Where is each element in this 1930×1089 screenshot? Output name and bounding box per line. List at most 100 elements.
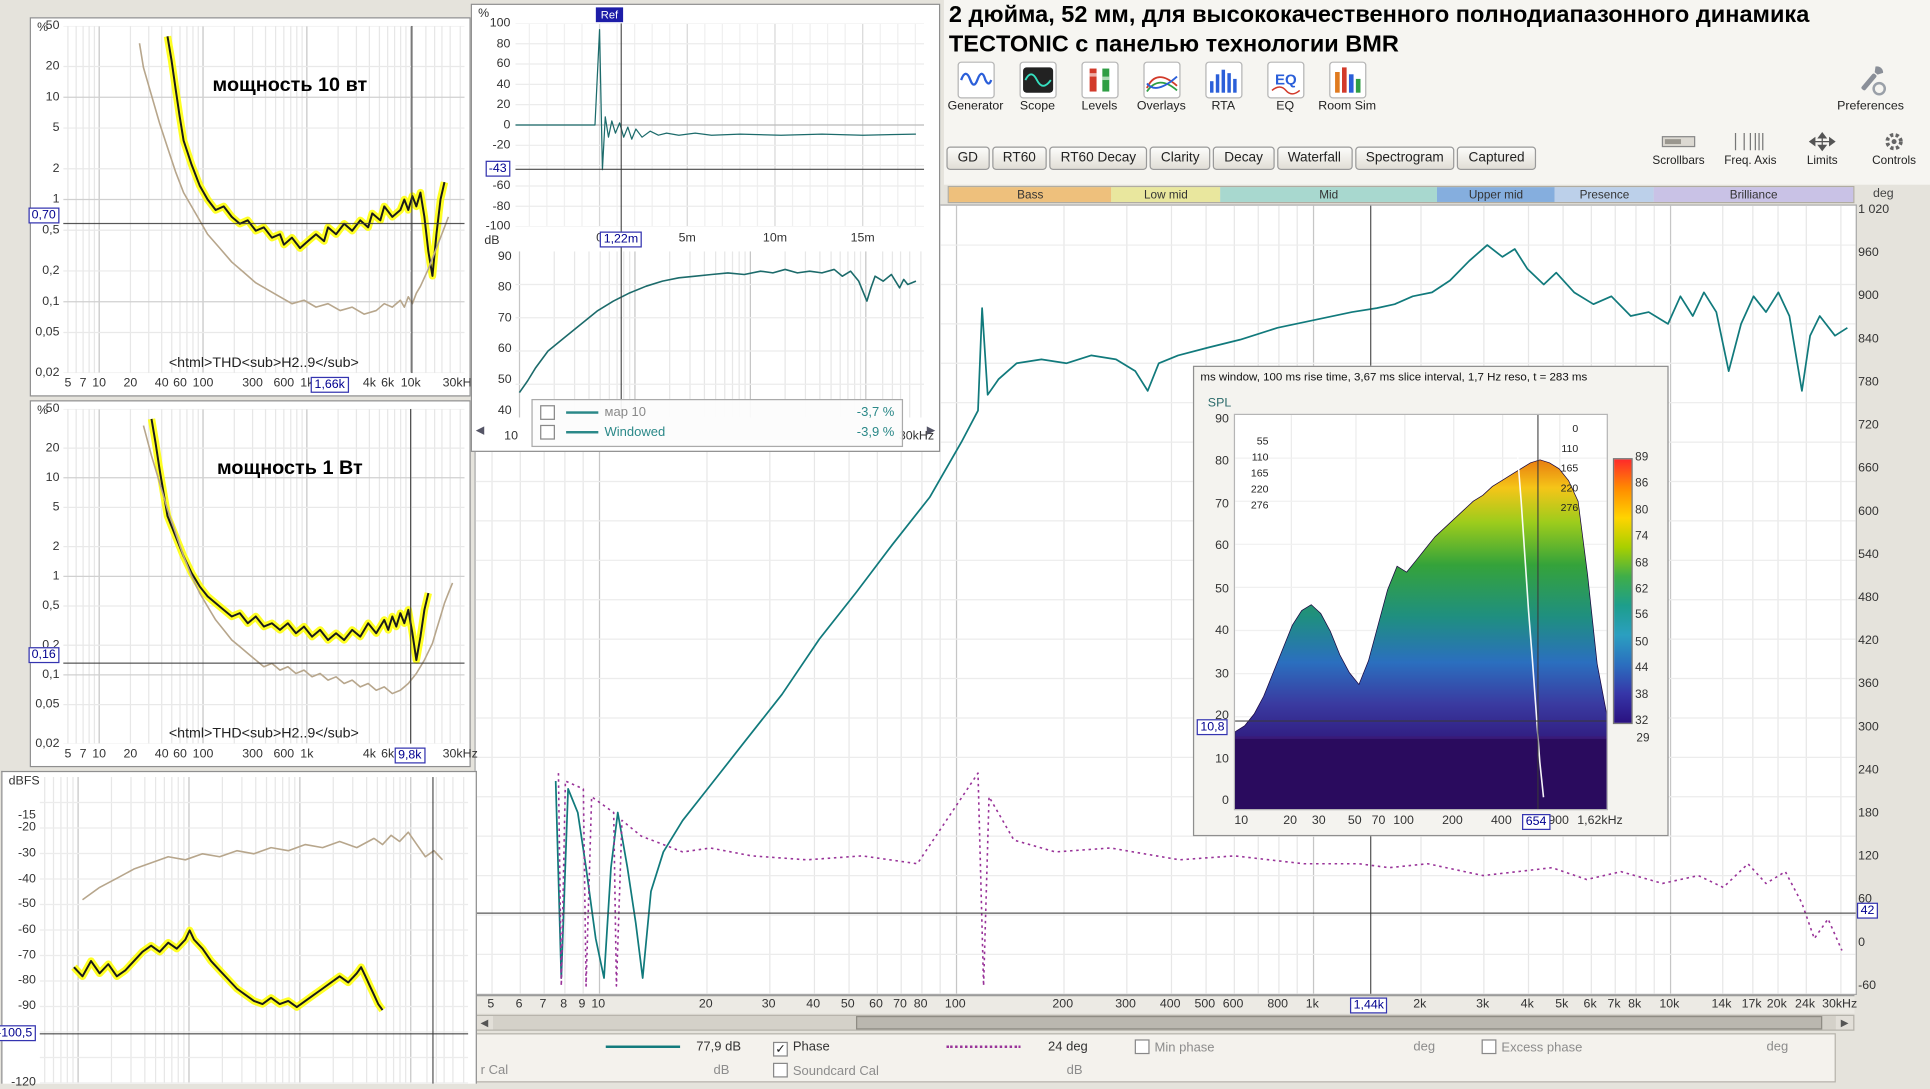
deg-tick: -60 bbox=[1858, 980, 1876, 992]
scroll-track[interactable] bbox=[493, 1016, 1836, 1030]
trace-value: -3,9 % bbox=[857, 425, 895, 440]
scroll-left-arrow[interactable]: ◀ bbox=[476, 1017, 493, 1028]
tick-label: 40 bbox=[155, 748, 169, 762]
toolbar-room-sim[interactable]: Room Sim bbox=[1318, 62, 1376, 114]
tick-label: 0,1 bbox=[42, 295, 59, 309]
tick-label: 10m bbox=[763, 232, 787, 246]
tool-freq-axis[interactable]: Freq. Axis bbox=[1719, 131, 1781, 168]
toolbar-scope[interactable]: Scope bbox=[1008, 62, 1066, 114]
tab-spectrogram[interactable]: Spectrogram bbox=[1355, 147, 1455, 170]
tick-label: 15m bbox=[851, 232, 875, 246]
cursor-value: 9,8k bbox=[394, 748, 425, 764]
scale-tick: 68 bbox=[1635, 557, 1665, 569]
db-tick: 90 bbox=[498, 251, 512, 263]
tick-label: 10 bbox=[591, 997, 605, 1011]
time-axis: 05m10m15m1,22m bbox=[515, 230, 924, 246]
tick-label: 14k bbox=[1711, 997, 1731, 1011]
generator-icon bbox=[957, 62, 994, 99]
x-max-label: 30kHz bbox=[899, 430, 934, 444]
main-h-scrollbar[interactable]: ◀ ▶ bbox=[474, 1015, 1854, 1031]
checkbox-icon[interactable] bbox=[540, 405, 555, 420]
tick-label: 0,2 bbox=[42, 264, 59, 278]
tick-label: 0,05 bbox=[35, 698, 59, 712]
preferences-label: Preferences bbox=[1826, 100, 1915, 114]
tick-label: 1k bbox=[300, 748, 313, 762]
cursor-hline bbox=[476, 913, 1856, 914]
scroll-right-arrow[interactable]: ▶ bbox=[1836, 1017, 1853, 1028]
tool-scrollbars[interactable]: Scrollbars bbox=[1648, 131, 1710, 168]
tab-rt60[interactable]: RT60 bbox=[992, 147, 1047, 170]
room-sim-icon bbox=[1329, 62, 1366, 99]
cursor-hline bbox=[63, 223, 464, 224]
panel-title: мощность 10 вт bbox=[118, 75, 462, 97]
tab-waterfall[interactable]: Waterfall bbox=[1277, 147, 1353, 170]
cursor-vline bbox=[432, 777, 433, 1084]
toolbar-rta[interactable]: RTA bbox=[1194, 62, 1252, 114]
scale-tick: 89 bbox=[1635, 452, 1665, 464]
tab-decay[interactable]: Decay bbox=[1213, 147, 1274, 170]
dbfs-plot[interactable] bbox=[40, 777, 469, 1084]
tick-label: 70 bbox=[893, 997, 907, 1011]
phase-checkbox[interactable]: ✓Phase bbox=[773, 1039, 830, 1056]
deg-tick: 780 bbox=[1858, 377, 1879, 389]
preferences-button[interactable]: Preferences bbox=[1826, 62, 1915, 114]
tick-label: 600 bbox=[273, 748, 294, 762]
tick-label: 1 bbox=[53, 570, 60, 584]
excess-phase-checkbox[interactable]: Excess phase bbox=[1482, 1039, 1583, 1055]
scroll-left-arrow[interactable]: ◀ bbox=[476, 424, 485, 438]
trace-name: мар 10 bbox=[605, 405, 646, 420]
y-axis-unit: % bbox=[478, 7, 489, 21]
impulse-plot[interactable] bbox=[515, 23, 924, 226]
tick-label: 20 bbox=[1283, 814, 1297, 828]
spl-tick: 60 bbox=[1215, 541, 1229, 553]
tick-label: 4k bbox=[363, 377, 376, 391]
min-phase-checkbox[interactable]: Min phase bbox=[1135, 1039, 1215, 1055]
windowed-response-plot[interactable] bbox=[515, 251, 924, 417]
tick-label: 600 bbox=[273, 377, 294, 391]
tick-label: 100 bbox=[1393, 814, 1414, 828]
page-title: 2 дюйма, 52 мм, для высококачественного … bbox=[949, 1, 1809, 60]
cursor-hline bbox=[515, 169, 924, 170]
slice-time: 110 bbox=[1536, 438, 1578, 458]
tick-label: 100 bbox=[945, 997, 966, 1011]
db-axis-unit: dB bbox=[484, 234, 499, 248]
cursor-hline bbox=[1235, 720, 1607, 721]
tick-label: -80 bbox=[18, 974, 36, 988]
tab-clarity[interactable]: Clarity bbox=[1150, 147, 1211, 170]
tick-label: 0,02 bbox=[35, 366, 59, 380]
toolbar-eq[interactable]: EQEQ bbox=[1256, 62, 1314, 114]
tab-captured[interactable]: Captured bbox=[1457, 147, 1535, 170]
inset-y-cursor-value: 10,8 bbox=[1197, 719, 1229, 735]
tool-limits[interactable]: Limits bbox=[1791, 131, 1853, 168]
deg-tick: 1 020 bbox=[1858, 204, 1889, 216]
scroll-thumb[interactable] bbox=[856, 1016, 1823, 1030]
tool-controls[interactable]: Controls bbox=[1863, 131, 1925, 168]
slice-time: 0 bbox=[1536, 419, 1578, 439]
db-tick: 80 bbox=[498, 282, 512, 294]
slice-time: 220 bbox=[1536, 478, 1578, 498]
toolbar-generator[interactable]: Generator bbox=[946, 62, 1004, 114]
toolbar-label: Scope bbox=[1008, 100, 1066, 114]
tick-label: 20 bbox=[124, 377, 138, 391]
deg-tick: 900 bbox=[1858, 291, 1879, 303]
tick-label: -120 bbox=[11, 1076, 36, 1089]
soundcard-cal-checkbox[interactable]: Soundcard Cal bbox=[773, 1063, 879, 1079]
band-low-mid: Low mid bbox=[1112, 187, 1221, 202]
cursor-value: 654 bbox=[1522, 814, 1550, 830]
deg-tick: 0 bbox=[1858, 937, 1865, 949]
tick-label: 60 bbox=[869, 997, 883, 1011]
toolbar-levels[interactable]: Levels bbox=[1070, 62, 1128, 114]
panel-title: мощность 1 Вт bbox=[118, 458, 462, 480]
toolbar-overlays[interactable]: Overlays bbox=[1132, 62, 1190, 114]
tick-label: 2k bbox=[1413, 997, 1426, 1011]
main-right-axis: 1 02096090084078072066060054048042036030… bbox=[1858, 204, 1910, 992]
tick-label: 5 bbox=[53, 121, 60, 135]
trace-name: Windowed bbox=[605, 425, 666, 440]
checkbox-icon[interactable] bbox=[540, 425, 555, 440]
deg-tick: 660 bbox=[1858, 463, 1879, 475]
tab-gd[interactable]: GD bbox=[946, 147, 989, 170]
tab-rt60-decay[interactable]: RT60 Decay bbox=[1049, 147, 1147, 170]
scale-tick: 86 bbox=[1635, 478, 1665, 490]
tick-label: 10 bbox=[92, 377, 106, 391]
scale-tick: 44 bbox=[1635, 663, 1665, 675]
